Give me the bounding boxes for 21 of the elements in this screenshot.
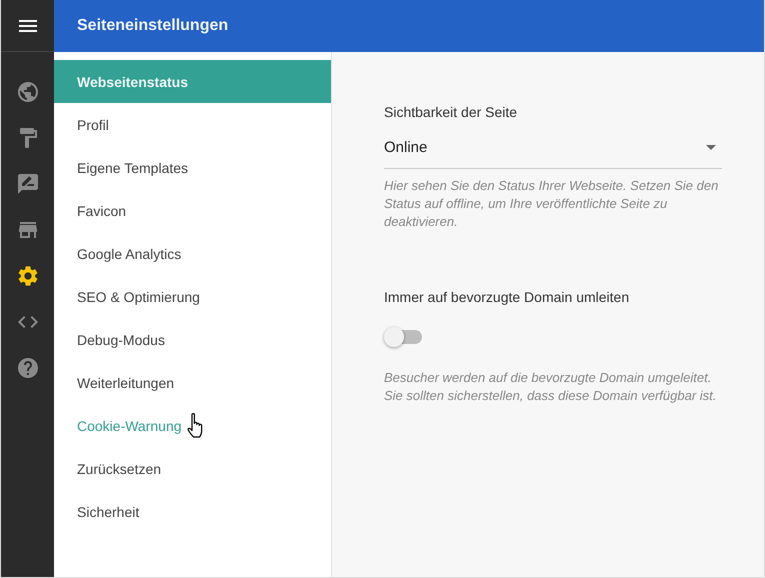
help-text: Besucher werden auf die bevorzugte Domain umgeleitet. Sie sollten sicherstellen, dass diese Domain verfügbar ist. xyxy=(384,369,718,405)
settings-icon[interactable] xyxy=(16,264,40,288)
feedback-icon[interactable] xyxy=(16,172,40,196)
globe-icon[interactable] xyxy=(16,80,40,104)
menu-item[interactable]: Zurücksetzen xyxy=(54,447,331,490)
menu-item[interactable]: Debug-Modus xyxy=(54,318,331,361)
help-text: Hier sehen Sie den Status Ihrer Webseite. Setzen Sie den Status auf offline, um Ihre veröffentlichte Seite zu deaktivieren. xyxy=(384,177,720,231)
field-label: Sichtbarkeit der Seite xyxy=(384,104,518,120)
dropdown-caret-icon xyxy=(706,145,716,150)
visibility-select[interactable]: Online xyxy=(384,139,722,169)
field-label: Immer auf bevorzugte Domain umleiten xyxy=(384,289,630,305)
page-title: Seiteneinstellungen xyxy=(77,17,228,35)
menu-item[interactable]: Sicherheit xyxy=(54,490,331,533)
menu-item[interactable]: Weiterleitungen xyxy=(54,361,331,404)
menu-item[interactable]: Eigene Templates xyxy=(54,146,331,189)
menu-item[interactable]: Google Analytics xyxy=(54,232,331,275)
toggle-switch[interactable] xyxy=(384,327,422,347)
menu-item[interactable]: Favicon xyxy=(54,189,331,232)
menu-item[interactable]: Profil xyxy=(54,103,331,146)
menu-item[interactable]: SEO & Optimierung xyxy=(54,275,331,318)
help-icon[interactable] xyxy=(16,356,40,380)
